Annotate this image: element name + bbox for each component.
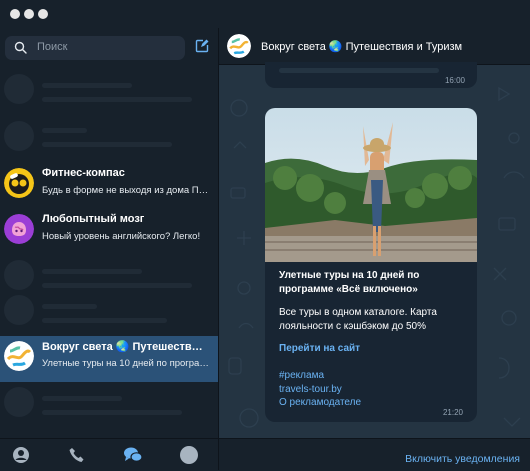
- ad-photo[interactable]: [265, 108, 477, 262]
- search-icon: [14, 41, 27, 54]
- chat-name: Фитнес-компас: [42, 167, 125, 179]
- chat-preview: Новый уровень английского? Легко!: [42, 231, 201, 242]
- chat-row-placeholder[interactable]: [0, 116, 218, 162]
- channel-avatar: [227, 34, 251, 58]
- chat-row-curious-brain[interactable]: Любопытный мозг Новый уровень английског…: [0, 209, 218, 255]
- settings-icon[interactable]: [180, 446, 198, 464]
- chat-row-placeholder[interactable]: [0, 290, 218, 336]
- close-window-dot[interactable]: [10, 9, 20, 19]
- chat-footer: Включить уведомления: [219, 438, 530, 470]
- search-input[interactable]: Поиск: [5, 36, 185, 60]
- chat-header[interactable]: Вокруг света 🌏 Путешествия и Туризм: [219, 28, 530, 65]
- chat-panel: Вокруг света 🌏 Путешествия и Туризм 16:0…: [219, 28, 530, 470]
- bottom-tab-bar: [0, 438, 218, 471]
- visit-site-link[interactable]: Перейти на сайт: [279, 343, 360, 354]
- chat-name: Вокруг света 🌏 Путешествия и...: [42, 341, 207, 353]
- enable-notifications-button[interactable]: Включить уведомления: [405, 453, 520, 465]
- minimize-window-dot[interactable]: [24, 9, 34, 19]
- chats-icon[interactable]: [123, 446, 143, 464]
- ad-body: Все туры в одном каталоге. Карта лояльно…: [279, 307, 437, 332]
- travel-avatar: [4, 341, 34, 371]
- ad-tags: #реклама travels-tour.by О рекламодателе: [279, 369, 361, 410]
- avatar: [4, 295, 34, 325]
- chat-preview: Улетные туры на 10 дней по програм...: [42, 358, 210, 369]
- ad-title: Улетные туры на 10 дней по программе «Вс…: [279, 270, 420, 295]
- telegram-window: Поиск Фитнес-компас Будь в форме не выхо…: [0, 0, 530, 471]
- search-placeholder: Поиск: [37, 41, 68, 53]
- previous-message[interactable]: 16:00: [265, 62, 477, 88]
- chat-name: Любопытный мозг: [42, 213, 145, 225]
- ad-site-link[interactable]: travels-tour.by: [279, 383, 361, 397]
- message-time: 21:20: [442, 408, 463, 417]
- compose-icon[interactable]: [195, 39, 209, 53]
- chat-row-around-the-world[interactable]: Вокруг света 🌏 Путешествия и... Улетные …: [0, 336, 218, 382]
- calls-icon[interactable]: [68, 446, 86, 464]
- avatar: [4, 74, 34, 104]
- ad-message[interactable]: Улетные туры на 10 дней по программе «Вс…: [265, 108, 477, 422]
- maximize-window-dot[interactable]: [38, 9, 48, 19]
- avatar: [4, 260, 34, 290]
- title-bar: [0, 0, 530, 28]
- message-time: 16:00: [444, 76, 465, 85]
- brain-avatar: [4, 214, 34, 244]
- chat-row-placeholder[interactable]: [0, 69, 218, 115]
- avatar: [4, 121, 34, 151]
- chat-preview: Будь в форме не выходя из дома По...: [42, 185, 210, 196]
- chat-row-placeholder[interactable]: [0, 382, 218, 428]
- contacts-icon[interactable]: [12, 446, 30, 464]
- channel-title: Вокруг света 🌏 Путешествия и Туризм: [261, 41, 463, 53]
- avatar: [4, 387, 34, 417]
- chat-row-fitness[interactable]: Фитнес-компас Будь в форме не выходя из …: [0, 163, 218, 209]
- about-advertiser-link[interactable]: О рекламодателе: [279, 396, 361, 410]
- fitness-avatar: [4, 168, 34, 198]
- sidebar: Поиск Фитнес-компас Будь в форме не выхо…: [0, 28, 219, 471]
- ad-hashtag[interactable]: #реклама: [279, 369, 361, 383]
